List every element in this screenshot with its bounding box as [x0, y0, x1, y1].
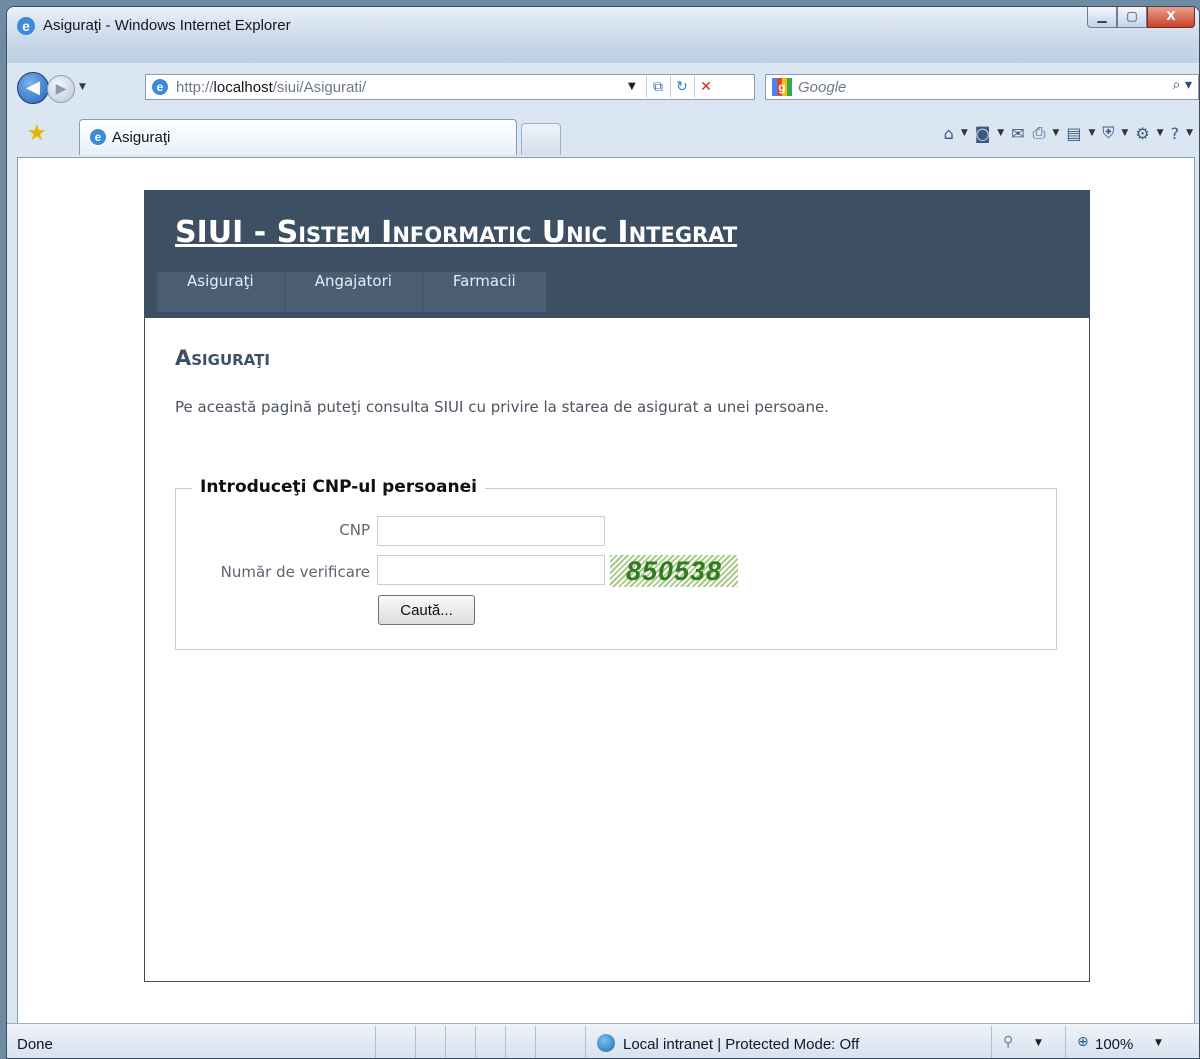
tools-icon[interactable]: ⚙ — [1132, 124, 1152, 143]
site-title-link[interactable]: SIUI - Sistem Informatic Unic Integrat — [175, 215, 737, 250]
safety-dropdown-icon[interactable]: ▼ — [1119, 128, 1130, 138]
menu-item-farmacii[interactable]: Farmacii — [422, 272, 547, 312]
page-favicon-icon: e — [152, 79, 168, 95]
window-title: Asiguraţi - Windows Internet Explorer — [43, 17, 291, 34]
address-dropdown-icon[interactable]: ▼ — [628, 81, 636, 92]
page-dropdown-icon[interactable]: ▼ — [1086, 128, 1097, 138]
search-input[interactable]: Google — [798, 79, 846, 96]
status-divider — [475, 1026, 476, 1058]
tab-label: Asiguraţi — [112, 129, 171, 146]
status-divider — [505, 1026, 506, 1058]
search-icon[interactable]: ⌕ ▾ — [1173, 77, 1192, 93]
main-content: Asiguraţi Pe această pagină puteţi consu… — [175, 346, 1059, 650]
refresh-icon[interactable]: ↻ — [670, 76, 693, 98]
minimize-button[interactable]: ▁ — [1087, 7, 1117, 28]
url-host: localhost — [213, 79, 273, 96]
status-divider — [585, 1026, 586, 1058]
favorites-star-icon[interactable]: ★ — [27, 121, 47, 146]
home-icon[interactable]: ⌂ — [941, 124, 957, 143]
status-divider — [535, 1026, 536, 1058]
url-path: /siui/Asigurati/ — [272, 79, 367, 96]
close-button[interactable]: X — [1147, 7, 1195, 28]
tools-dropdown-icon[interactable]: ▼ — [1155, 128, 1166, 138]
new-tab-button[interactable] — [521, 123, 561, 155]
mail-icon[interactable]: ✉ — [1008, 124, 1027, 143]
main-menu: Asiguraţi Angajatori Farmacii — [157, 272, 547, 312]
verification-input[interactable] — [377, 555, 605, 585]
command-bar: ⌂ ▼ ◙ ▼ ✉ ⎙ ▼ ▤ ▼ ⛨ ▼ ⚙ ▼ ? ▼ — [941, 123, 1195, 143]
status-divider — [415, 1026, 416, 1058]
ie-logo-icon: e — [17, 17, 35, 35]
protected-mode-dropdown-icon[interactable]: ▼ — [1035, 1038, 1042, 1048]
tab-row: ★ e Asiguraţi ⌂ ▼ ◙ ▼ ✉ ⎙ ▼ ▤ ▼ ⛨ ▼ ⚙ ▼ … — [7, 115, 1199, 155]
status-bar: Done Local intranet | Protected Mode: Of… — [7, 1023, 1199, 1058]
status-divider — [375, 1026, 376, 1058]
tab-asigurati[interactable]: e Asiguraţi — [79, 119, 517, 155]
menu-item-asigurati[interactable]: Asiguraţi — [157, 272, 285, 312]
window-controls: ▁ ▢ X — [1087, 7, 1195, 28]
address-bar[interactable]: e http://localhost/siui/Asigurati/ ▼ ⧉ ↻… — [145, 74, 755, 100]
stop-icon[interactable]: ✕ — [694, 76, 717, 98]
url-scheme: http:// — [176, 79, 214, 96]
status-divider — [445, 1026, 446, 1058]
help-icon[interactable]: ? — [1168, 124, 1183, 143]
site-header: SIUI - Sistem Informatic Unic Integrat A… — [145, 190, 1089, 318]
zoom-level[interactable]: 100% — [1095, 1036, 1133, 1053]
feeds-dropdown-icon[interactable]: ▼ — [995, 128, 1006, 138]
google-icon[interactable]: g — [772, 78, 792, 96]
help-dropdown-icon[interactable]: ▼ — [1184, 128, 1195, 138]
zoom-icon[interactable]: ⊕ — [1077, 1034, 1089, 1050]
search-bar[interactable]: g Google ⌕ ▾ — [765, 74, 1199, 100]
fieldset-legend: Introduceţi CNP-ul persoanei — [192, 477, 485, 497]
print-icon[interactable]: ⎙ — [1030, 123, 1049, 143]
print-dropdown-icon[interactable]: ▼ — [1050, 128, 1061, 138]
address-url[interactable]: http://localhost/siui/Asigurati/ — [176, 79, 366, 96]
compatibility-view-icon[interactable]: ⧉ — [646, 76, 669, 98]
verification-label: Număr de verificare — [220, 563, 370, 581]
status-text: Done — [17, 1036, 53, 1053]
protected-mode-icon[interactable]: ⚲ — [1003, 1034, 1013, 1050]
page-icon[interactable]: ▤ — [1063, 124, 1084, 143]
forward-button[interactable]: ▶ — [47, 75, 75, 103]
browser-window: e Asiguraţi - Windows Internet Explorer … — [6, 6, 1200, 1059]
title-bar: e Asiguraţi - Windows Internet Explorer … — [7, 7, 1199, 63]
search-submit-button[interactable]: Caută... — [378, 595, 475, 625]
maximize-button[interactable]: ▢ — [1117, 7, 1147, 28]
home-dropdown-icon[interactable]: ▼ — [959, 128, 970, 138]
cnp-fieldset: Introduceţi CNP-ul persoanei CNP Număr d… — [175, 477, 1057, 650]
tab-favicon-icon: e — [90, 129, 106, 145]
status-divider — [1065, 1026, 1066, 1058]
site-container: SIUI - Sistem Informatic Unic Integrat A… — [144, 190, 1090, 982]
menu-item-angajatori[interactable]: Angajatori — [284, 272, 423, 312]
page-intro: Pe această pagină puteţi consulta SIUI c… — [175, 398, 829, 416]
feeds-icon[interactable]: ◙ — [972, 124, 994, 143]
recent-pages-dropdown[interactable]: ▼ — [79, 82, 86, 92]
security-zone[interactable]: Local intranet | Protected Mode: Off — [623, 1036, 859, 1053]
cnp-input[interactable] — [377, 516, 605, 546]
cnp-label: CNP — [339, 521, 370, 539]
captcha-image: 850538 — [610, 555, 738, 587]
page-viewport: SIUI - Sistem Informatic Unic Integrat A… — [17, 157, 1195, 1025]
page-title: Asiguraţi — [175, 346, 270, 370]
status-divider — [991, 1026, 992, 1058]
intranet-zone-icon — [597, 1034, 615, 1052]
navigation-bar: ◀ ▶ ▼ e http://localhost/siui/Asigurati/… — [7, 71, 1199, 105]
zoom-dropdown-icon[interactable]: ▼ — [1155, 1038, 1162, 1048]
safety-icon[interactable]: ⛨ — [1099, 123, 1117, 143]
back-button[interactable]: ◀ — [17, 72, 49, 104]
